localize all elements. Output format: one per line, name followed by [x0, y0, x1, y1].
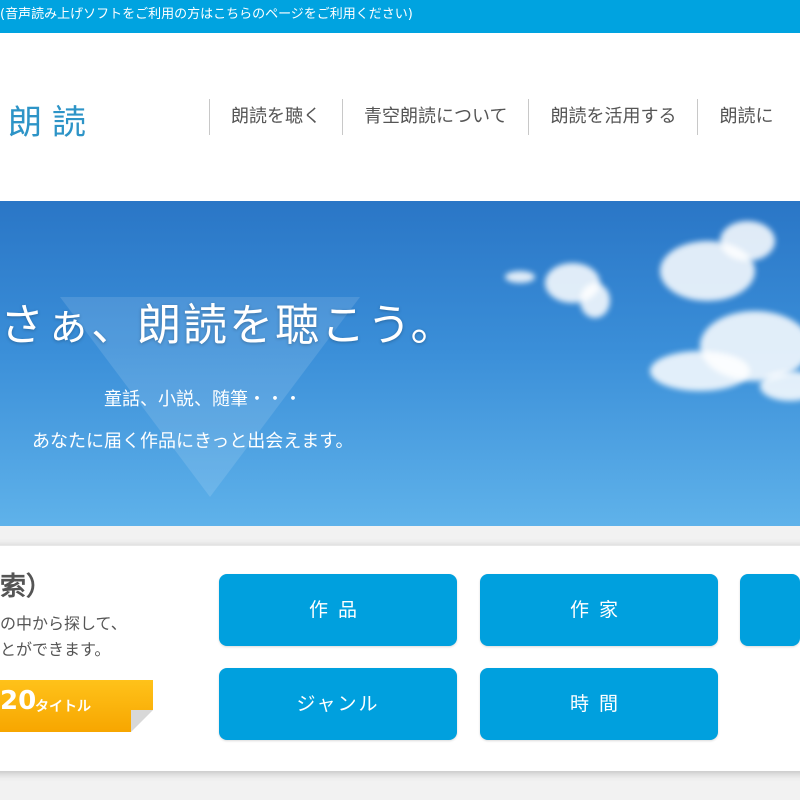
- hero-subtitle-message: あなたに届く作品にきっと出会えます。: [32, 431, 354, 452]
- main-nav: 朗読を聴く 青空朗読について 朗読を活用する 朗読に: [209, 99, 794, 135]
- search-by-author-button[interactable]: 作家: [480, 574, 718, 646]
- hero-title: さぁ、朗読を聴こう。: [0, 300, 457, 351]
- search-by-genre-button[interactable]: ジャンル: [219, 668, 457, 740]
- search-description-line1: の中から探して、: [0, 614, 127, 633]
- search-category-button-partial[interactable]: [740, 574, 800, 646]
- hero-subtitle-genres: 童話、小説、随筆・・・: [104, 389, 302, 410]
- site-logo[interactable]: 朗読: [8, 95, 96, 144]
- page-curl-icon: [131, 710, 153, 732]
- title-count-number: 20: [0, 686, 37, 716]
- hero-banner: さぁ、朗読を聴こう。 童話、小説、随筆・・・ あなたに届く作品にきっと出会えます…: [0, 201, 800, 526]
- search-by-work-button[interactable]: 作品: [219, 574, 457, 646]
- site-header: 朗読 朗読を聴く 青空朗読について 朗読を活用する 朗読に: [0, 33, 800, 201]
- nav-item-about[interactable]: 青空朗読について: [342, 99, 528, 135]
- cloud-shape: [760, 371, 800, 401]
- cloud-shape: [505, 271, 535, 283]
- voice-reader-notice-link[interactable]: (音声読み上げソフトをご利用の方はこちらのページをご利用ください): [0, 7, 413, 22]
- nav-item-utilize[interactable]: 朗読を活用する: [528, 99, 697, 135]
- cloud-shape: [720, 221, 775, 261]
- cloud-shape: [580, 283, 610, 318]
- nav-item-listen[interactable]: 朗読を聴く: [209, 99, 342, 135]
- search-description-line2: とができます。: [0, 640, 111, 659]
- search-section-title: 索）: [0, 572, 53, 602]
- search-by-time-button[interactable]: 時間: [480, 668, 718, 740]
- nav-item-more[interactable]: 朗読に: [697, 99, 794, 135]
- cloud-shape: [650, 351, 750, 391]
- title-count-unit: タイトル: [35, 699, 91, 715]
- voice-reader-notice-bar[interactable]: (音声読み上げソフトをご利用の方はこちらのページをご利用ください): [0, 0, 800, 33]
- title-count-badge: 20 タイトル: [0, 680, 153, 732]
